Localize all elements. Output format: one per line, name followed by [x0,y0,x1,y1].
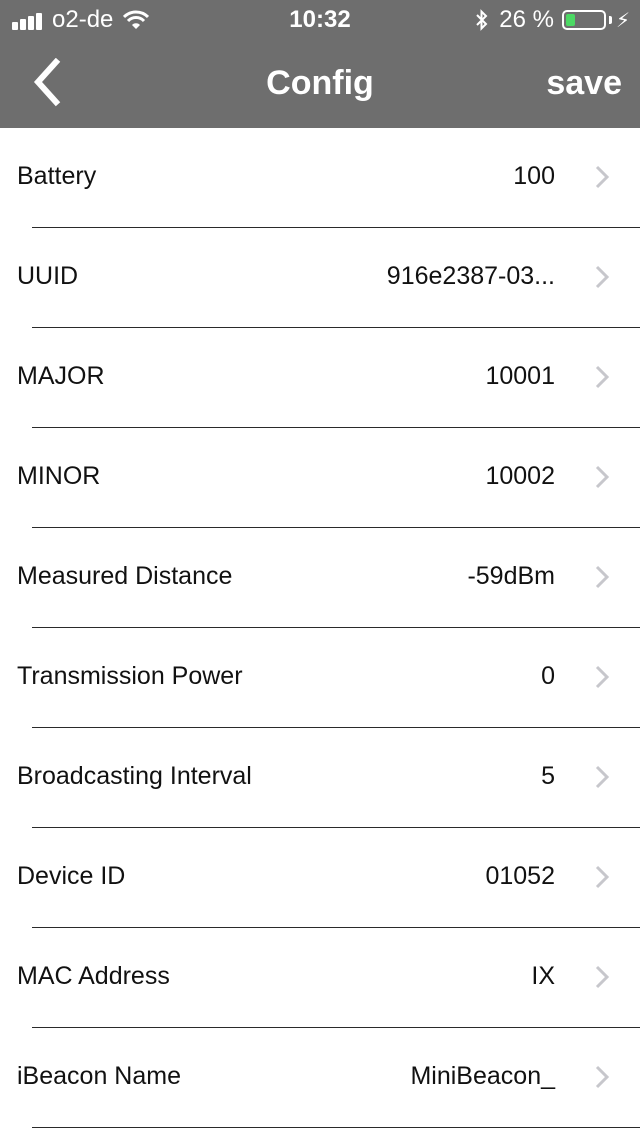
row-value: 100 [513,162,555,190]
back-button[interactable] [28,57,68,108]
row-label: Broadcasting Interval [17,762,252,790]
chevron-right-icon [595,465,610,489]
bluetooth-icon [476,9,488,31]
page-title: Config [266,64,374,102]
chevron-left-icon [33,57,61,107]
chevron-right-icon [595,365,610,389]
chevron-right-icon [595,665,610,689]
config-row-measured-distance[interactable]: Measured Distance -59dBm [0,528,640,628]
row-label: MAC Address [17,962,170,990]
row-label: Device ID [17,862,126,890]
status-right: 26 % ⚡︎ [475,6,630,34]
config-row-minor[interactable]: MINOR 10002 [0,428,640,528]
row-value: 10002 [485,462,555,490]
row-value: MiniBeacon_ [410,1062,555,1090]
charging-icon: ⚡︎ [615,9,630,32]
chevron-right-icon [595,1065,610,1089]
config-row-uuid[interactable]: UUID 916e2387-03... [0,228,640,328]
row-label: UUID [17,262,79,290]
status-bar: o2-de 10:32 26 % ⚡︎ [0,0,640,40]
row-value: 0 [541,662,555,690]
config-row-mac-address[interactable]: MAC Address IX [0,928,640,1028]
config-row-ibeacon-name[interactable]: iBeacon Name MiniBeacon_ [0,1028,640,1128]
battery-nub [608,16,612,24]
row-value: 5 [541,762,555,790]
row-value: 01052 [485,862,555,890]
row-divider [32,1127,640,1128]
row-label: MINOR [17,462,101,490]
row-label: Battery [17,162,97,190]
row-value: 10001 [485,362,555,390]
chevron-right-icon [595,865,610,889]
row-label: iBeacon Name [17,1062,181,1090]
config-list: Battery 100 UUID 916e2387-03... MAJOR 10… [0,128,640,1128]
navigation-header: o2-de 10:32 26 % ⚡︎ Config save [0,0,640,128]
config-row-broadcasting-interval[interactable]: Broadcasting Interval 5 [0,728,640,828]
chevron-right-icon [595,165,610,189]
chevron-right-icon [595,965,610,989]
row-label: Measured Distance [17,562,233,590]
save-button[interactable]: save [546,64,622,103]
config-row-major[interactable]: MAJOR 10001 [0,328,640,428]
config-row-battery[interactable]: Battery 100 [0,128,640,228]
config-row-transmission-power[interactable]: Transmission Power 0 [0,628,640,728]
config-row-device-id[interactable]: Device ID 01052 [0,828,640,928]
row-label: Transmission Power [17,662,243,690]
row-label: MAJOR [17,362,105,390]
chevron-right-icon [595,765,610,789]
chevron-right-icon [595,565,610,589]
battery-level [565,14,575,26]
row-value: 916e2387-03... [386,262,555,290]
chevron-right-icon [595,265,610,289]
row-value: -59dBm [467,562,555,590]
battery-percent: 26 % [499,6,554,33]
row-value: IX [531,962,555,990]
battery-icon [561,10,606,30]
